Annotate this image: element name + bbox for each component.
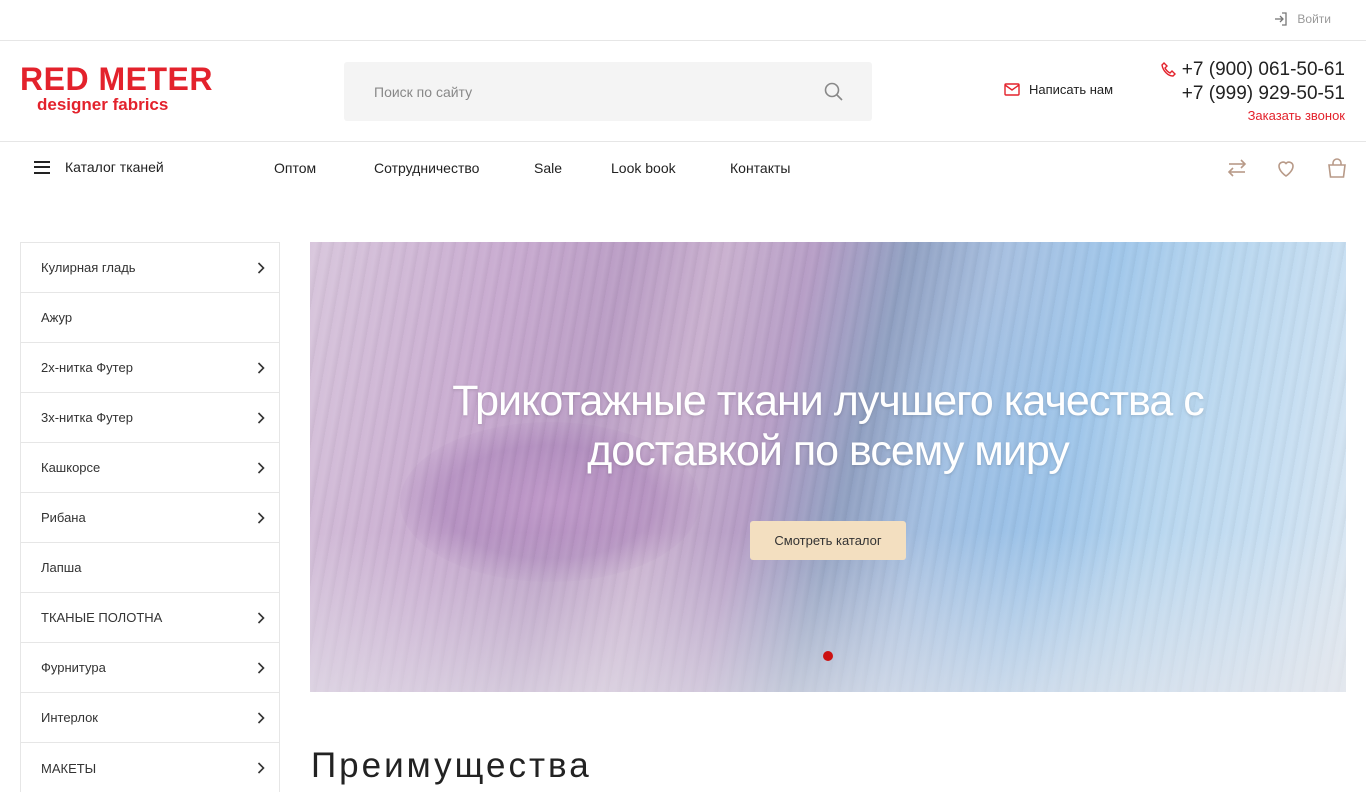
chevron-right-icon xyxy=(257,762,265,774)
top-bar: Войти xyxy=(0,0,1366,41)
sidebar-item-label: Кашкорсе xyxy=(41,460,101,475)
phone-row-1: +7 (900) 061-50-61 xyxy=(1160,58,1345,82)
phone-icon xyxy=(1161,62,1176,77)
search-icon[interactable] xyxy=(822,80,846,104)
sidebar-item-label: 3х-нитка Футер xyxy=(41,410,133,425)
write-us-link[interactable]: Написать нам xyxy=(1004,82,1113,97)
burger-menu-icon xyxy=(34,160,50,174)
chevron-right-icon xyxy=(257,361,265,374)
write-us-label: Написать нам xyxy=(1029,82,1114,97)
sidebar-item-azhur[interactable]: Ажур xyxy=(21,293,279,343)
banner-title-line-1: Трикотажные ткани лучшего качества с xyxy=(452,377,1205,425)
chevron-right-icon xyxy=(257,461,265,474)
banner-title: Трикотажные ткани лучшего качества с дос… xyxy=(310,376,1346,476)
phones-block: +7 (900) 061-50-61 +7 (999) 929-50-51 За… xyxy=(1160,58,1345,123)
view-catalog-button[interactable]: Смотреть каталог xyxy=(750,521,906,560)
advantages-heading: Преимущества xyxy=(311,746,592,785)
login-label: Войти xyxy=(1297,12,1331,26)
slider-dot-active[interactable] xyxy=(823,651,833,661)
phone-number-2[interactable]: +7 (999) 929-50-51 xyxy=(1160,82,1345,106)
chevron-right-icon xyxy=(257,711,265,724)
login-icon xyxy=(1275,12,1288,26)
sidebar-item-label: Интерлок xyxy=(41,710,98,725)
nav-link-sale[interactable]: Sale xyxy=(534,160,562,176)
search-input[interactable] xyxy=(344,62,814,121)
sidebar-item-2-thread-futer[interactable]: 2х-нитка Футер xyxy=(21,343,279,393)
chevron-right-icon xyxy=(257,611,265,624)
sidebar-item-kulirnaya-glad[interactable]: Кулирная гладь xyxy=(21,243,279,293)
hero-banner: Трикотажные ткани лучшего качества с дос… xyxy=(310,242,1346,692)
catalog-menu-button[interactable]: Каталог тканей xyxy=(34,159,164,175)
nav-link-contacts[interactable]: Контакты xyxy=(730,160,790,176)
chevron-right-icon xyxy=(257,661,265,674)
main-nav: Каталог тканей Оптом Сотрудничество Sale… xyxy=(0,142,1366,194)
sidebar-item-label: Рибана xyxy=(41,510,86,525)
logo-main-text: RED METER xyxy=(20,61,213,97)
sidebar-item-label: ТКАНЫЕ ПОЛОТНА xyxy=(41,610,163,625)
sidebar-item-kashkorse[interactable]: Кашкорсе xyxy=(21,443,279,493)
sidebar-item-3-thread-futer[interactable]: 3х-нитка Футер xyxy=(21,393,279,443)
sidebar-item-tkanye-polotna[interactable]: ТКАНЫЕ ПОЛОТНА xyxy=(21,593,279,643)
header: RED METER designer fabrics Написать нам … xyxy=(0,41,1366,142)
chevron-right-icon xyxy=(257,511,265,524)
compare-arrows-icon[interactable] xyxy=(1225,156,1249,180)
sidebar-item-lapsha[interactable]: Лапша xyxy=(21,543,279,593)
chevron-right-icon xyxy=(257,261,265,274)
logo-sub-text: designer fabrics xyxy=(37,95,169,114)
sidebar-item-furnitura[interactable]: Фурнитура xyxy=(21,643,279,693)
sidebar-item-label: МАКЕТЫ xyxy=(41,760,97,776)
logo[interactable]: RED METER designer fabrics xyxy=(20,63,213,113)
sidebar-item-label: Фурнитура xyxy=(41,660,106,675)
sidebar-item-label: Лапша xyxy=(41,560,82,575)
search-box xyxy=(344,62,872,121)
banner-title-line-2: доставкой по всему миру xyxy=(587,427,1070,475)
login-link[interactable]: Войти xyxy=(1273,11,1331,27)
catalog-sidebar: Кулирная гладь Ажур 2х-нитка Футер 3х-ни… xyxy=(20,242,280,792)
sidebar-item-label: Ажур xyxy=(41,310,73,325)
phone-number-1[interactable]: +7 (900) 061-50-61 xyxy=(1182,58,1345,82)
nav-link-wholesale[interactable]: Оптом xyxy=(274,160,316,176)
sidebar-item-label: Кулирная гладь xyxy=(41,260,136,275)
sidebar-item-label: 2х-нитка Футер xyxy=(41,360,133,375)
sidebar-item-interlok[interactable]: Интерлок xyxy=(21,693,279,743)
mail-icon xyxy=(1004,83,1020,96)
chevron-right-icon xyxy=(257,411,265,424)
nav-link-cooperation[interactable]: Сотрудничество xyxy=(374,160,479,176)
nav-link-lookbook[interactable]: Look book xyxy=(611,160,676,176)
callback-link[interactable]: Заказать звонок xyxy=(1160,108,1345,123)
sidebar-item-makety[interactable]: МАКЕТЫ xyxy=(21,743,279,792)
heart-icon[interactable] xyxy=(1274,156,1298,180)
sidebar-item-ribana[interactable]: Рибана xyxy=(21,493,279,543)
catalog-label: Каталог тканей xyxy=(65,159,164,175)
shopping-bag-icon[interactable] xyxy=(1325,156,1349,180)
